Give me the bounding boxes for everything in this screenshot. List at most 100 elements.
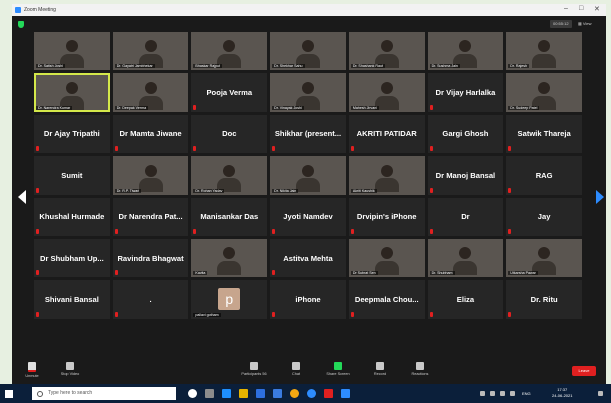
windows-taskbar: Type here to search ENG 17:37 24-06-2021 <box>0 384 611 403</box>
participant-tile[interactable]: Dr. Vinayak Joshi <box>270 73 346 112</box>
app-icon-red[interactable] <box>324 389 333 398</box>
participant-tile[interactable]: Kavita <box>191 238 268 278</box>
participant-tile[interactable]: iPhone <box>270 280 346 319</box>
volume-icon[interactable] <box>500 391 505 396</box>
participant-tile[interactable]: Ravindra Bhagwat <box>112 238 189 278</box>
participant-tile[interactable]: Dr. Narendra Kumar <box>34 73 110 112</box>
share-screen-button[interactable]: Share Screen <box>318 362 358 376</box>
taskbar-search-box[interactable]: Type here to search <box>32 387 176 400</box>
close-button[interactable]: ✕ <box>594 5 600 13</box>
tray-chevron-icon[interactable] <box>480 391 485 396</box>
participant-tile[interactable]: Deepmala Chou... <box>348 280 425 319</box>
participant-tile[interactable]: Dr. Gayatri Jambhekar <box>112 32 189 71</box>
battery-icon[interactable] <box>510 391 515 396</box>
file-explorer-icon[interactable] <box>239 389 248 398</box>
minimize-button[interactable]: – <box>564 5 568 12</box>
task-view-icon[interactable] <box>205 389 214 398</box>
participant-tile[interactable]: Dr Subrat Sen <box>348 238 425 278</box>
record-button[interactable]: Record <box>360 362 400 376</box>
participant-tile[interactable]: Dr. Shashank Raut <box>348 32 425 71</box>
participant-tile[interactable]: Utkarsha Pawar <box>506 238 582 278</box>
mail-icon[interactable] <box>273 389 282 398</box>
participant-name: Dr Manoj Bansal <box>435 170 496 180</box>
chat-button[interactable]: Chat <box>276 362 316 376</box>
app-icon-blue[interactable] <box>341 389 350 398</box>
cortana-icon[interactable] <box>188 389 197 398</box>
participant-tile[interactable]: Akriti Kaushik <box>348 156 425 195</box>
previous-page-arrow-icon[interactable] <box>18 190 26 204</box>
participant-name: Shikhar (present... <box>274 129 342 139</box>
chat-icon <box>292 362 300 370</box>
participant-tile[interactable]: Eliza <box>427 280 504 319</box>
view-button[interactable]: ▦ View <box>578 20 592 28</box>
reactions-button[interactable]: Reactions <box>400 362 440 376</box>
muted-mic-icon <box>272 146 276 152</box>
muted-mic-icon <box>272 270 276 276</box>
participant-tile[interactable]: Dr. Deepak Verma <box>112 73 189 112</box>
muted-mic-icon <box>193 104 197 110</box>
participant-tile[interactable]: Dr Ajay Tripathi <box>34 114 110 154</box>
store-icon[interactable] <box>256 389 265 398</box>
leave-button[interactable]: Leave <box>572 366 596 376</box>
participant-tile[interactable]: Doc <box>191 114 268 154</box>
participant-tile[interactable]: Shivani Bansal <box>34 280 110 319</box>
clock[interactable]: 17:37 24-06-2021 <box>552 387 572 399</box>
security-shield-icon[interactable] <box>18 21 24 28</box>
participant-tile[interactable]: Dr. Shubham <box>427 238 504 278</box>
edge-icon[interactable] <box>222 389 231 398</box>
participant-tile[interactable]: Manisankar Das <box>191 197 268 236</box>
participant-tile[interactable]: Dr Vijay Harlalka <box>427 73 504 112</box>
participant-tile[interactable]: Dr Manoj Bansal <box>427 156 504 195</box>
participant-tile[interactable]: RAG <box>506 156 582 195</box>
participant-name: RAG <box>535 170 553 180</box>
stop-video-button[interactable]: Stop Video <box>50 362 90 376</box>
participant-tile[interactable]: Drvipin's iPhone <box>348 197 425 236</box>
participant-tile[interactable]: Dr. Rajesh <box>506 32 582 71</box>
share-screen-icon <box>334 362 342 370</box>
participant-tile[interactable]: . <box>112 280 189 319</box>
participant-tile[interactable]: Dr Mamta Jiwane <box>112 114 189 154</box>
participant-name: Gargi Ghosh <box>442 129 489 139</box>
participant-tile[interactable]: Dr. Satish Joshi <box>34 32 110 71</box>
participant-tile[interactable]: Dr Shubham Up... <box>34 238 110 278</box>
maximize-button[interactable]: □ <box>579 5 583 12</box>
language-indicator[interactable]: ENG <box>522 391 531 397</box>
participant-tile[interactable]: Dr. Nikita Jain <box>270 156 346 195</box>
participant-tile[interactable]: Mahesh Jirvani <box>348 73 425 112</box>
participant-tile[interactable]: Pooja Verma <box>191 73 268 112</box>
participant-tile[interactable]: Bhaskar Rajput <box>191 32 268 71</box>
participant-tile[interactable]: Dr. Sushma Jain <box>427 32 504 71</box>
participant-tile[interactable]: Shikhar (present... <box>270 114 346 154</box>
participant-tile[interactable]: Dr Narendra Pat... <box>112 197 189 236</box>
participant-tile[interactable]: Jay <box>506 197 582 236</box>
participant-tile[interactable]: Khushal Hurmade <box>34 197 110 236</box>
participant-name: Eliza <box>456 294 475 304</box>
participant-tile[interactable]: Jyoti Namdev <box>270 197 346 236</box>
participant-tile[interactable]: Dr. Rohan Yadav <box>191 156 268 195</box>
participant-name: Sumit <box>61 170 83 180</box>
participant-tile[interactable]: AKRITI PATIDAR <box>348 114 425 154</box>
participants-button[interactable]: Participants 56 <box>234 362 274 376</box>
video-feed-head <box>144 164 157 177</box>
video-feed-body <box>217 261 242 276</box>
notifications-icon[interactable] <box>598 391 603 396</box>
zoom-taskbar-icon[interactable] <box>307 389 316 398</box>
unmute-button[interactable]: Unmute <box>12 362 52 378</box>
participant-tile[interactable]: Dr. Shekhar Sahu <box>270 32 346 71</box>
participant-tile[interactable]: Dr. Sudeep Patel <box>506 73 582 112</box>
participant-tile[interactable]: Dr <box>427 197 504 236</box>
video-feed-head <box>380 81 393 94</box>
next-page-arrow-icon[interactable] <box>596 190 604 204</box>
chrome-icon[interactable] <box>290 389 299 398</box>
video-feed-head <box>538 247 551 260</box>
participant-tile[interactable]: Satwik Thareja <box>506 114 582 154</box>
windows-start-icon[interactable] <box>5 390 13 398</box>
participant-tile[interactable]: Sumit <box>34 156 110 195</box>
network-icon[interactable] <box>490 391 495 396</box>
participant-tile[interactable]: Dr. R.P. Tiwari <box>112 156 189 195</box>
participant-tile[interactable]: Gargi Ghosh <box>427 114 504 154</box>
participant-tile[interactable]: Astitva Mehta <box>270 238 346 278</box>
participant-name: Manisankar Das <box>200 212 259 222</box>
participant-tile[interactable]: p pallavi gotham <box>191 280 268 319</box>
participant-tile[interactable]: Dr. Ritu <box>506 280 582 319</box>
